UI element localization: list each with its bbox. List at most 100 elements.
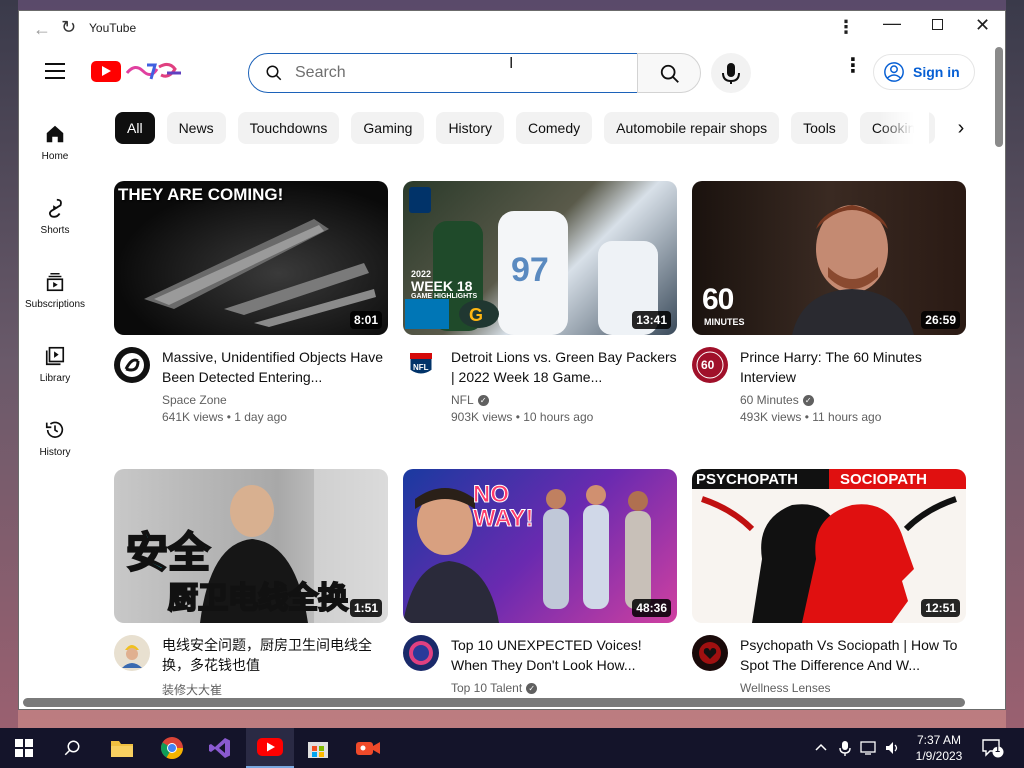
- tray-network[interactable]: [860, 728, 878, 768]
- settings-kebab-icon[interactable]: ⋮: [843, 56, 863, 76]
- thumb-overlay-text: THEY ARE COMING!: [118, 185, 284, 204]
- channel-name-text: NFL: [451, 393, 474, 407]
- channel-name[interactable]: Top 10 Talent ✓: [451, 681, 677, 695]
- space-zone-logo-icon: [120, 353, 144, 377]
- channel-name[interactable]: 装修大大崔: [162, 681, 388, 698]
- chevron-right-icon[interactable]: ›: [949, 112, 973, 144]
- video-card[interactable]: 安全 厨卫电线全换 1:51 电线安全问题，厨房卫生间电线全换，多花钱也值 装修…: [114, 469, 388, 698]
- taskbar-microsoft-store[interactable]: [294, 728, 342, 768]
- thumb-sub-text: SOCIOPATH: [840, 471, 927, 488]
- video-title[interactable]: Prince Harry: The 60 Minutes Interview: [740, 347, 966, 387]
- taskbar-clock[interactable]: 7:37 AM 1/9/2023: [910, 732, 968, 764]
- chrome-icon: [161, 737, 183, 759]
- search-button[interactable]: [637, 53, 701, 93]
- minimize-icon[interactable]: —: [883, 13, 901, 34]
- worker-avatar-icon: [122, 645, 142, 668]
- microphone-icon: [839, 741, 851, 756]
- video-thumbnail[interactable]: 60 MINUTES 26:59: [692, 181, 966, 335]
- volume-icon: [886, 742, 898, 754]
- video-card[interactable]: 60 MINUTES 26:59 60 Prince Harry: The 60…: [692, 181, 966, 424]
- video-thumbnail[interactable]: 97 G 2022 WEEK 18 GAME HIGHLIGHTS 13:41: [403, 181, 677, 335]
- nav-label: Home: [41, 151, 69, 162]
- start-button[interactable]: [0, 728, 48, 768]
- video-thumbnail[interactable]: PSYCHOPATH SOCIOPATH 12:51: [692, 469, 966, 623]
- tray-microphone[interactable]: [838, 728, 852, 768]
- channel-avatar[interactable]: [692, 635, 728, 671]
- video-title[interactable]: Top 10 UNEXPECTED Voices! When They Don'…: [451, 635, 677, 675]
- vertical-scrollbar[interactable]: [993, 45, 1005, 695]
- tray-volume[interactable]: [884, 728, 902, 768]
- wellness-lenses-logo-icon: [699, 642, 721, 664]
- youtube-icon: [257, 738, 283, 756]
- clock-time: 7:37 AM: [916, 733, 962, 747]
- app-menu-icon[interactable]: ⋮: [837, 17, 855, 38]
- chip-automobile-repair[interactable]: Automobile repair shops: [604, 112, 780, 144]
- close-icon[interactable]: ✕: [975, 15, 990, 36]
- youtube-logo-icon[interactable]: [91, 61, 121, 82]
- chip-all[interactable]: All: [115, 112, 155, 144]
- nav-item-home[interactable]: Home: [19, 111, 91, 185]
- svg-text:G: G: [469, 305, 483, 325]
- youtube-doodle-icon[interactable]: [125, 59, 185, 83]
- video-duration: 12:51: [921, 599, 960, 617]
- channel-name-text: Top 10 Talent: [451, 681, 523, 695]
- chip-tools[interactable]: Tools: [791, 112, 848, 144]
- taskbar-file-explorer[interactable]: [98, 728, 146, 768]
- voice-search-button[interactable]: [711, 53, 751, 93]
- channel-avatar[interactable]: 60: [692, 347, 728, 383]
- sign-in-button[interactable]: Sign in: [873, 54, 975, 90]
- channel-name[interactable]: Wellness Lenses: [740, 681, 966, 695]
- chip-news[interactable]: News: [166, 112, 226, 144]
- notification-center-button[interactable]: 1: [982, 728, 1004, 768]
- video-card[interactable]: NO WAY! 48:36 Top 10 UNEXPECTED Voices! …: [403, 469, 677, 695]
- back-arrow-icon[interactable]: ←: [33, 19, 51, 40]
- tray-overflow-chevron[interactable]: [814, 728, 828, 768]
- video-thumbnail[interactable]: THEY ARE COMING! 8:01: [114, 181, 388, 335]
- chip-touchdowns[interactable]: Touchdowns: [237, 112, 340, 144]
- taskbar-recorder[interactable]: [344, 728, 392, 768]
- channel-name[interactable]: NFL ✓: [451, 393, 677, 407]
- video-title[interactable]: Detroit Lions vs. Green Bay Packers | 20…: [451, 347, 677, 387]
- channel-avatar[interactable]: [403, 635, 439, 671]
- video-meta: 60 Prince Harry: The 60 Minutes Intervie…: [692, 347, 966, 424]
- vertical-scroll-thumb[interactable]: [995, 47, 1003, 147]
- video-title[interactable]: Psychopath Vs Sociopath | How To Spot Th…: [740, 635, 966, 675]
- channel-name-text: Wellness Lenses: [740, 681, 831, 695]
- channel-name[interactable]: Space Zone: [162, 393, 388, 407]
- video-thumbnail[interactable]: 安全 厨卫电线全换 1:51: [114, 469, 388, 623]
- video-title[interactable]: Massive, Unidentified Objects Have Been …: [162, 347, 388, 387]
- menu-hamburger-icon[interactable]: [45, 63, 65, 84]
- video-card[interactable]: THEY ARE COMING! 8:01 Massive, Unidentif…: [114, 181, 388, 424]
- taskbar-chrome[interactable]: [148, 728, 196, 768]
- video-thumbnail[interactable]: NO WAY! 48:36: [403, 469, 677, 623]
- shorts-icon: [48, 198, 62, 218]
- search-icon: [64, 740, 80, 756]
- video-card[interactable]: 97 G 2022 WEEK 18 GAME HIGHLIGHTS 13:41 …: [403, 181, 677, 424]
- reload-icon[interactable]: ↻: [61, 17, 76, 38]
- taskbar-visual-studio[interactable]: [196, 728, 244, 768]
- channel-avatar[interactable]: [114, 347, 150, 383]
- video-duration: 8:01: [349, 311, 382, 329]
- taskbar-search-button[interactable]: [48, 728, 96, 768]
- video-meta: Top 10 UNEXPECTED Voices! When They Don'…: [403, 635, 677, 695]
- horizontal-scroll-thumb[interactable]: [23, 698, 965, 707]
- video-meta: Psychopath Vs Sociopath | How To Spot Th…: [692, 635, 966, 695]
- maximize-icon[interactable]: [932, 19, 943, 30]
- video-title[interactable]: 电线安全问题，厨房卫生间电线全换，多花钱也值: [162, 635, 388, 675]
- video-card[interactable]: PSYCHOPATH SOCIOPATH 12:51 Psychopath Vs…: [692, 469, 966, 695]
- nav-item-history[interactable]: History: [19, 407, 91, 481]
- taskbar-youtube[interactable]: [246, 728, 294, 768]
- chip-gaming[interactable]: Gaming: [351, 112, 425, 144]
- search-input[interactable]: [295, 62, 615, 84]
- horizontal-scrollbar[interactable]: [19, 697, 1005, 709]
- svg-text:NFL: NFL: [413, 363, 429, 372]
- chip-comedy[interactable]: Comedy: [516, 112, 593, 144]
- nav-item-subscriptions[interactable]: Subscriptions: [19, 259, 91, 333]
- channel-avatar[interactable]: NFL: [403, 347, 439, 383]
- nav-item-library[interactable]: Library: [19, 333, 91, 407]
- chip-history[interactable]: History: [436, 112, 504, 144]
- nav-item-shorts[interactable]: Shorts: [19, 185, 91, 259]
- channel-avatar[interactable]: [114, 635, 150, 671]
- channel-name[interactable]: 60 Minutes ✓: [740, 393, 966, 407]
- store-icon: [308, 742, 328, 758]
